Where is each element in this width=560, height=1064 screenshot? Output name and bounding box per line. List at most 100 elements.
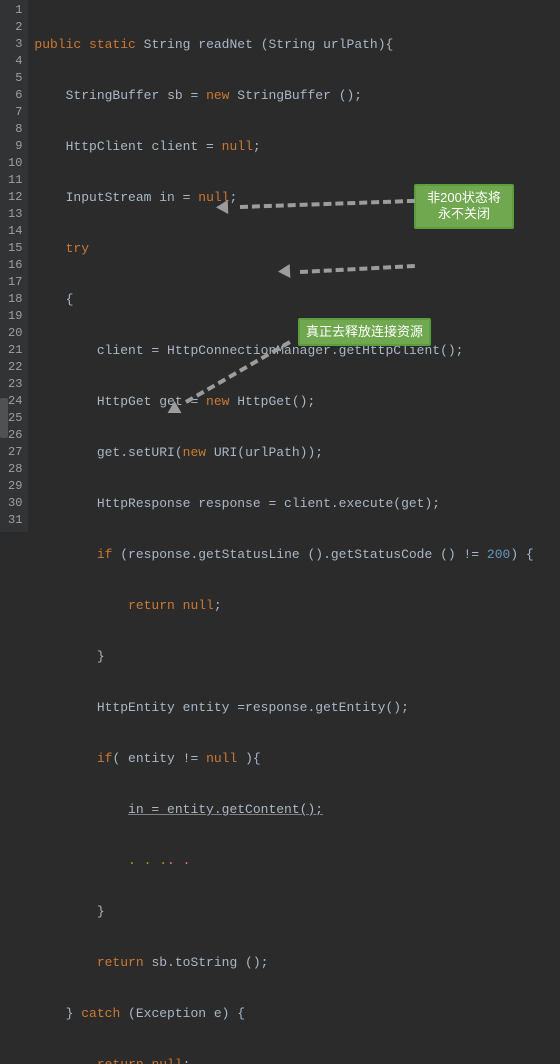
type: InputStream <box>66 190 160 205</box>
line-number: 21 <box>8 342 22 359</box>
params: (Exception e) { <box>120 1006 245 1021</box>
params: (String urlPath){ <box>261 37 394 52</box>
condition: ( entity != <box>112 751 206 766</box>
keyword-null: null <box>206 751 237 766</box>
code-line: } catch (Exception e) { <box>34 1005 533 1022</box>
scrollbar-thumb[interactable] <box>0 398 8 438</box>
line-number: 17 <box>8 274 22 291</box>
constructor: HttpGet(); <box>229 394 315 409</box>
constructor: StringBuffer (); <box>229 88 362 103</box>
type: StringBuffer <box>66 88 160 103</box>
line-number: 19 <box>8 308 22 325</box>
keyword-return: return <box>97 1057 144 1064</box>
statement: HttpEntity entity =response.getEntity(); <box>97 700 409 715</box>
keyword-if: if <box>97 751 113 766</box>
var: in = <box>159 190 198 205</box>
code-line: if( entity != null ){ <box>34 750 533 767</box>
code-line: HttpEntity entity =response.getEntity(); <box>34 699 533 716</box>
brace: } <box>97 649 105 664</box>
code-editor: 1234567891011121314151617181920212223242… <box>0 0 560 532</box>
statement: HttpResponse response = client.execute(g… <box>97 496 440 511</box>
number: 200 <box>487 547 510 562</box>
brace: ){ <box>237 751 260 766</box>
line-number: 16 <box>8 257 22 274</box>
line-number: 27 <box>8 444 22 461</box>
line-number: 3 <box>8 36 22 53</box>
brace: ) { <box>510 547 533 562</box>
brace: } <box>66 1006 82 1021</box>
expression: sb.toString (); <box>144 955 269 970</box>
keyword-new: new <box>206 394 229 409</box>
var: sb <box>167 88 183 103</box>
line-number: 6 <box>8 87 22 104</box>
keyword-static: static <box>89 37 136 52</box>
line-number: 12 <box>8 189 22 206</box>
line-number: 14 <box>8 223 22 240</box>
line-number: 28 <box>8 461 22 478</box>
line-number: 5 <box>8 70 22 87</box>
keyword-null: null <box>183 598 214 613</box>
keyword-if: if <box>97 547 113 562</box>
line-number-gutter: 1234567891011121314151617181920212223242… <box>0 0 28 532</box>
ellipsis: . . . <box>128 853 167 868</box>
line-number: 8 <box>8 121 22 138</box>
line-number: 23 <box>8 376 22 393</box>
keyword-public: public <box>34 37 81 52</box>
annotation-arrowhead-1b <box>278 264 291 279</box>
line-number: 22 <box>8 359 22 376</box>
statement: in = entity.getContent(); <box>128 802 323 817</box>
line-number: 24 <box>8 393 22 410</box>
semi: ; <box>229 190 237 205</box>
code-line: if (response.getStatusLine ().getStatusC… <box>34 546 533 563</box>
call: get.setURI( <box>97 445 183 460</box>
code-line: HttpResponse response = client.execute(g… <box>34 495 533 512</box>
condition: (response.getStatusLine ().getStatusCode… <box>112 547 486 562</box>
line-number: 15 <box>8 240 22 257</box>
line-number: 13 <box>8 206 22 223</box>
code-line: return sb.toString (); <box>34 954 533 971</box>
keyword-return: return <box>128 598 175 613</box>
keyword-try: try <box>66 241 89 256</box>
code-line: get.setURI(new URI(urlPath)); <box>34 444 533 461</box>
code-line: public static String readNet (String url… <box>34 36 533 53</box>
code-line: } <box>34 903 533 920</box>
line-number: 7 <box>8 104 22 121</box>
line-number: 25 <box>8 410 22 427</box>
type: HttpClient <box>66 139 152 154</box>
semi: ; <box>214 598 222 613</box>
code-line: try <box>34 240 533 257</box>
line-number: 18 <box>8 291 22 308</box>
line-number: 2 <box>8 19 22 36</box>
line-number: 1 <box>8 2 22 19</box>
semi: ; <box>183 1057 191 1064</box>
keyword-null: null <box>222 139 253 154</box>
var: client = <box>151 139 221 154</box>
code-line: { <box>34 291 533 308</box>
line-number: 31 <box>8 512 22 529</box>
code-line: in = entity.getContent(); <box>34 801 533 818</box>
code-line: return null; <box>34 597 533 614</box>
brace: } <box>97 904 105 919</box>
code-line: HttpClient client = null; <box>34 138 533 155</box>
keyword-catch: catch <box>81 1006 120 1021</box>
code-line: HttpGet get = new HttpGet(); <box>34 393 533 410</box>
code-line: } <box>34 648 533 665</box>
annotation-arrowhead-1 <box>216 200 228 214</box>
brace: { <box>66 292 74 307</box>
method-name: readNet <box>198 37 253 52</box>
line-number: 26 <box>8 427 22 444</box>
constructor: URI(urlPath)); <box>206 445 323 460</box>
code-line: StringBuffer sb = new StringBuffer (); <box>34 87 533 104</box>
line-number: 20 <box>8 325 22 342</box>
ellipsis: . . <box>167 853 190 868</box>
type-string: String <box>144 37 191 52</box>
annotation-callout-1: 非200状态将永不关闭 <box>414 184 514 229</box>
keyword-null: null <box>151 1057 182 1064</box>
line-number: 30 <box>8 495 22 512</box>
op: = <box>183 88 206 103</box>
code-line: . . .. . <box>34 852 533 869</box>
keyword-new: new <box>183 445 206 460</box>
line-number: 9 <box>8 138 22 155</box>
keyword-new: new <box>206 88 229 103</box>
line-number: 29 <box>8 478 22 495</box>
